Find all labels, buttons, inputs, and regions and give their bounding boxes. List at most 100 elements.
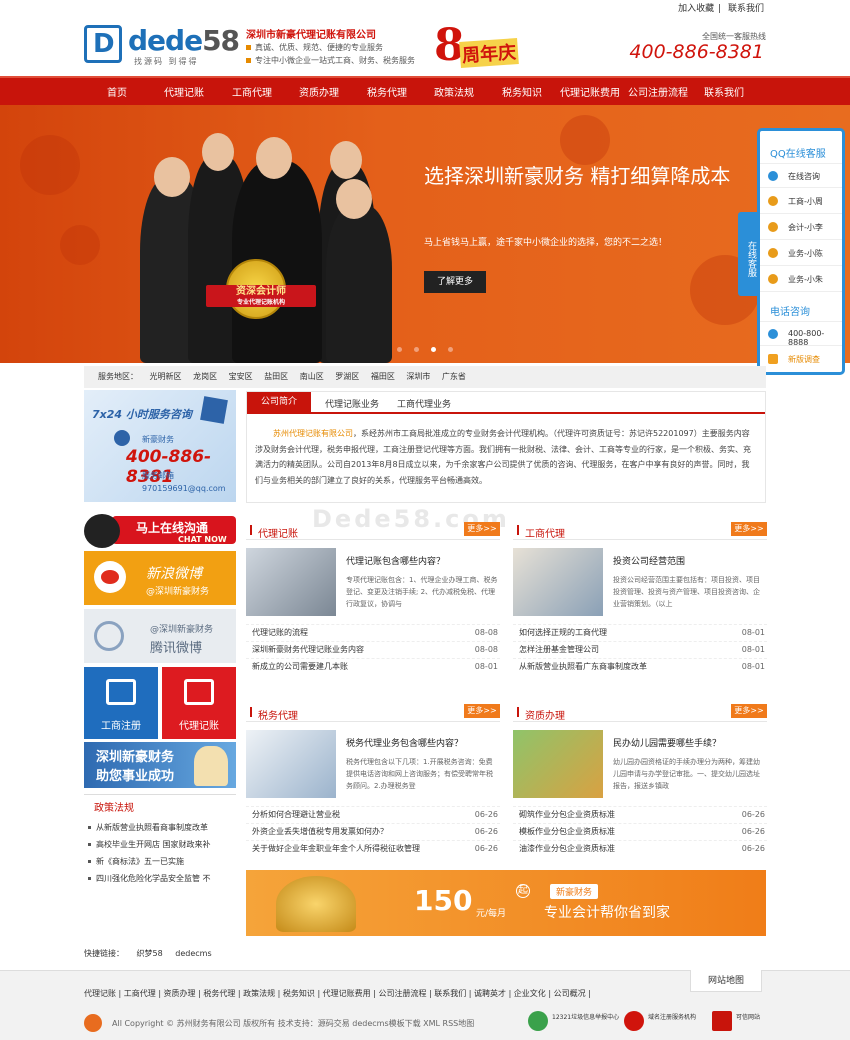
list-item[interactable]: 砌筑作业分包企业资质标准 06-26 (513, 806, 767, 822)
area-link[interactable]: 光明新区 (150, 372, 182, 381)
cert-badge[interactable]: 12321垃圾信息举报中心 (528, 1011, 619, 1033)
certificate-photo[interactable] (513, 548, 603, 616)
site-header: D dede58 找源码 到得得 深圳市新豪代理记账有限公司 真诚、优质、规范、… (0, 14, 850, 76)
list-item[interactable]: 代理记账的流程 08-08 (246, 624, 500, 640)
qq-item-agent[interactable]: 会计-小李 (760, 215, 842, 240)
qq-item-agent[interactable]: 工商-小周 (760, 189, 842, 214)
footer-links[interactable]: 代理记账 | 工商代理 | 资质办理 | 税务代理 | 政策法规 | 税务知识 … (84, 988, 591, 999)
more-button[interactable]: 更多>> (464, 522, 500, 536)
list-item[interactable]: 如何选择正规的工商代理 08-01 (513, 624, 767, 640)
contact-link[interactable]: 联系我们 (728, 4, 764, 14)
area-link[interactable]: 广东省 (442, 372, 466, 381)
feature-title[interactable]: 税务代理业务包含哪些内容？ (346, 736, 463, 749)
more-button[interactable]: 更多>> (731, 704, 767, 718)
service-phone-label: 新豪财务 (142, 435, 174, 444)
logo-text[interactable]: dede58 (128, 24, 240, 57)
more-button[interactable]: 更多>> (464, 704, 500, 718)
feature-title[interactable]: 民办幼儿园需要哪些手续？ (613, 736, 721, 749)
list-item[interactable]: 外资企业丢失增值税专用发票如何办？ 06-26 (246, 823, 500, 839)
nav-business-agency[interactable]: 工商代理 (232, 84, 272, 99)
cert-badge[interactable]: 域名注册服务机构 (624, 1011, 696, 1033)
tencent-title: 腾讯微博 (150, 641, 203, 656)
nav-bookkeeping[interactable]: 代理记账 (164, 84, 204, 99)
panel-title: 资质办理 (517, 707, 565, 722)
list-item[interactable]: 怎样注册基金管理公司 08-01 (513, 641, 767, 657)
slide-dot[interactable] (397, 347, 402, 352)
edit-icon (768, 354, 778, 364)
nav-contact[interactable]: 联系我们 (704, 84, 744, 99)
tab-bookkeeping[interactable]: 代理记账业务 (325, 397, 379, 410)
quick-link[interactable]: dedecms (175, 949, 211, 958)
hero-banner[interactable]: 资深会计师 专业代理记账机构 选择深圳新豪财务 精打细算降成本 马上省钱马上赢，途… (0, 105, 850, 363)
nav-home[interactable]: 首页 (107, 84, 127, 99)
nav-tax-knowledge[interactable]: 税务知识 (502, 84, 542, 99)
policy-title[interactable]: 政策法规 (94, 799, 134, 814)
business-registration-tile[interactable]: 工商注册 (84, 667, 158, 739)
children-photo[interactable] (513, 730, 603, 798)
learn-more-button[interactable]: 了解更多 (424, 271, 486, 293)
success-banner[interactable]: 深圳新豪财务 助您事业成功 (84, 742, 236, 788)
area-link[interactable]: 南山区 (300, 372, 324, 381)
area-link[interactable]: 福田区 (371, 372, 395, 381)
chat-now-banner[interactable]: 马上在线沟通 CHAT NOW (84, 512, 236, 548)
area-link[interactable]: 龙岗区 (193, 372, 217, 381)
panel-title: 工商代理 (517, 525, 565, 540)
more-button[interactable]: 更多>> (731, 522, 767, 536)
list-item[interactable]: 油漆作业分包企业资质标准 06-26 (513, 840, 767, 856)
nav-policy[interactable]: 政策法规 (434, 84, 474, 99)
list-item[interactable]: 从新版营业执照看广东商事制度改革 08-01 (513, 658, 767, 674)
service-mail-address[interactable]: 970159691@qq.com (142, 484, 226, 493)
qq-item-agent[interactable]: 业务-小朱 (760, 267, 842, 292)
cert-badge[interactable]: 可信网站 (712, 1011, 768, 1033)
add-favorite-link[interactable]: 加入收藏 (678, 4, 714, 14)
sitemap-button[interactable]: 网站地图 (690, 970, 762, 992)
nav-registration-flow[interactable]: 公司注册流程 (628, 84, 688, 99)
slide-dot[interactable] (448, 347, 453, 352)
phone-consult-number[interactable]: 400-800-8888 (760, 321, 842, 347)
quick-link[interactable]: 织梦58 (137, 949, 163, 958)
area-link[interactable]: 宝安区 (229, 372, 253, 381)
nav-qualification[interactable]: 资质办理 (299, 84, 339, 99)
piggy-bank-icon (276, 876, 356, 932)
tab-business-agency[interactable]: 工商代理业务 (397, 397, 451, 410)
feature-title[interactable]: 代理记账包含哪些内容？ (346, 554, 445, 567)
main-nav: 首页 代理记账 工商代理 资质办理 税务代理 政策法规 税务知识 代理记账费用 … (0, 76, 850, 105)
list-item[interactable]: 关于做好企业年金职业年金个人所得税征收管理 06-26 (246, 840, 500, 856)
survey-link[interactable]: 新版调查 (760, 347, 842, 372)
person-head (330, 141, 362, 179)
paperwork-photo[interactable] (246, 730, 336, 798)
price-promo-banner[interactable]: 起 150 元/每月 新豪财务 专业会计帮你省到家 (246, 870, 766, 936)
bookkeeping-tile[interactable]: 代理记账 (162, 667, 236, 739)
policy-item[interactable]: 从新版营业执照看商事制度改革 (88, 822, 232, 833)
list-item[interactable]: 分析如何合理避让营业税 06-26 (246, 806, 500, 822)
qq-item-agent[interactable]: 业务-小陈 (760, 241, 842, 266)
list-item[interactable]: 新成立的公司需要建几本账 08-01 (246, 658, 500, 674)
promo-from-mark: 起 (516, 884, 530, 898)
sina-weibo-banner[interactable]: 新浪微博 @深圳新豪财务 (84, 551, 236, 605)
online-service-tab[interactable]: 在线客服 (738, 212, 758, 296)
area-link[interactable]: 罗湖区 (335, 372, 359, 381)
list-item[interactable]: 模板作业分包企业资质标准 06-26 (513, 823, 767, 839)
banner-subtitle: 马上省钱马上赢，途千家中小微企业的选择，您的不二之选！ (424, 238, 668, 248)
nav-tax-agency[interactable]: 税务代理 (367, 84, 407, 99)
feature-title[interactable]: 投资公司经营范围 (613, 554, 685, 567)
logo-icon[interactable]: D (84, 25, 122, 63)
slide-dot[interactable] (414, 347, 419, 352)
policy-item[interactable]: 高校毕业生开网店 国家财政来补 (88, 839, 232, 850)
tab-company-intro[interactable]: 公司简介 (247, 392, 312, 412)
policy-item[interactable]: 新《商标法》五一已实施 (88, 856, 232, 867)
list-item[interactable]: 深圳新豪财务代理记账业务内容 08-08 (246, 641, 500, 657)
calculator-photo[interactable] (246, 548, 336, 616)
footer-logo-icon (84, 1014, 102, 1032)
service-phone-number: 400-886-8381 (126, 447, 212, 487)
slide-dot-active[interactable] (431, 347, 436, 352)
area-link[interactable]: 盐田区 (264, 372, 288, 381)
qq-penguin-icon (768, 274, 778, 284)
qq-item-online[interactable]: 在线咨询 (760, 163, 842, 188)
tencent-weibo-banner[interactable]: @深圳新豪财务 腾讯微博 (84, 609, 236, 663)
feature-desc: 税务代理包含以下几项：1.开展税务咨询：免费提供电话咨询和网上咨询服务；有偿受聘… (346, 758, 493, 790)
policy-item[interactable]: 四川强化危险化学品安全监管 不 (88, 873, 232, 884)
weibo-handle: @深圳新豪财务 (146, 587, 210, 597)
nav-bookkeeping-fee[interactable]: 代理记账费用 (560, 84, 620, 99)
area-link[interactable]: 深圳市 (406, 372, 430, 381)
